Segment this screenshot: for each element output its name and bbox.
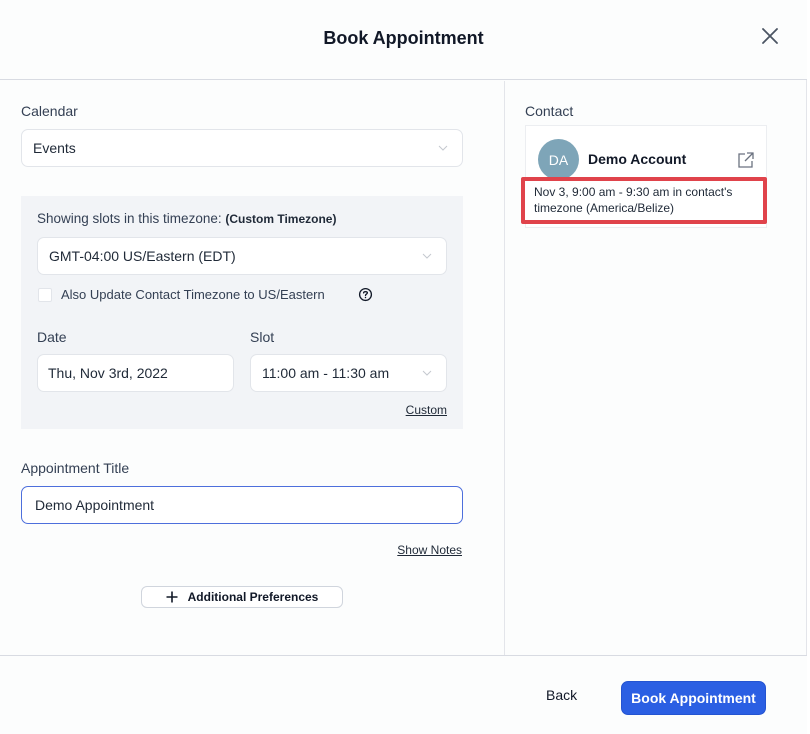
date-input[interactable]: Thu, Nov 3rd, 2022 <box>37 354 234 392</box>
close-icon <box>762 28 778 44</box>
update-contact-timezone-label: Also Update Contact Timezone to US/Easte… <box>61 287 325 302</box>
timezone-value: GMT-04:00 US/Eastern (EDT) <box>49 248 236 264</box>
show-notes-link[interactable]: Show Notes <box>397 543 462 557</box>
slot-select[interactable]: 11:00 am - 11:30 am <box>250 354 447 392</box>
additional-preferences-label: Additional Preferences <box>187 590 319 604</box>
timezone-label-suffix: (Custom Timezone) <box>225 212 337 226</box>
additional-preferences-button[interactable]: Additional Preferences <box>141 586 343 608</box>
book-appointment-modal: Book Appointment Calendar Events Showing… <box>0 0 807 734</box>
contact-timezone-note-line2: timezone (America/Belize) <box>534 201 675 215</box>
modal-header: Book Appointment <box>0 0 807 80</box>
plus-icon <box>166 591 178 603</box>
chevron-down-icon <box>422 370 432 376</box>
modal-title: Book Appointment <box>323 28 484 48</box>
slot-label: Slot <box>250 329 275 345</box>
timezone-label: Showing slots in this timezone: (Custom … <box>37 211 336 226</box>
contact-name: Demo Account <box>588 151 687 167</box>
update-contact-timezone-checkbox[interactable] <box>38 288 52 302</box>
timezone-label-text: Showing slots in this timezone: <box>37 211 222 226</box>
close-button[interactable] <box>758 24 782 48</box>
appointment-title-label: Appointment Title <box>21 460 130 476</box>
appointment-form: Calendar Events Showing slots in this ti… <box>0 81 505 655</box>
appointment-title-input[interactable]: Demo Appointment <box>21 486 463 524</box>
calendar-label: Calendar <box>21 103 78 119</box>
contact-label: Contact <box>525 103 574 119</box>
back-button[interactable]: Back <box>540 686 583 704</box>
calendar-value: Events <box>33 140 76 156</box>
contact-timezone-note: Nov 3, 9:00 am - 9:30 am in contact's ti… <box>521 177 767 224</box>
calendar-select[interactable]: Events <box>21 129 463 167</box>
timezone-section: Showing slots in this timezone: (Custom … <box>21 196 463 429</box>
contact-timezone-note-line1: Nov 3, 9:00 am - 9:30 am in contact's <box>534 185 733 199</box>
custom-slot-link[interactable]: Custom <box>406 403 447 417</box>
timezone-select[interactable]: GMT-04:00 US/Eastern (EDT) <box>37 237 447 275</box>
date-label: Date <box>37 329 67 345</box>
avatar: DA <box>538 139 579 180</box>
date-value: Thu, Nov 3rd, 2022 <box>48 365 168 381</box>
appointment-title-value: Demo Appointment <box>35 497 155 513</box>
contact-panel: Contact DA Demo Account Nov 3, 9:00 am -… <box>505 81 807 655</box>
chevron-down-icon <box>438 145 448 151</box>
question-circle-icon[interactable] <box>358 287 373 302</box>
chevron-down-icon <box>422 253 432 259</box>
modal-footer: Back Book Appointment <box>0 655 807 734</box>
slot-value: 11:00 am - 11:30 am <box>262 365 390 381</box>
book-appointment-button[interactable]: Book Appointment <box>621 681 766 715</box>
external-link-icon[interactable] <box>736 150 756 170</box>
